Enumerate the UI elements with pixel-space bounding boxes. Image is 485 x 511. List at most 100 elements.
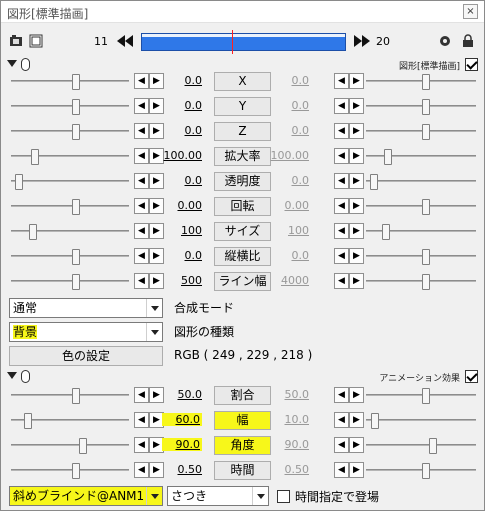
value-end[interactable]: 0.0	[269, 174, 310, 187]
step-buttons-right[interactable]: ◀ ▶	[334, 437, 364, 453]
shape-type-select[interactable]: 背景	[9, 322, 163, 342]
camera-icon[interactable]	[9, 34, 23, 48]
param-button[interactable]: 割合	[214, 386, 271, 405]
close-button[interactable]: ×	[463, 4, 478, 19]
arrow-left-icon[interactable]: ◀	[134, 387, 149, 403]
slider-left[interactable]	[11, 199, 129, 215]
value-start[interactable]: 0.0	[162, 249, 203, 262]
arrow-left-icon[interactable]: ◀	[134, 198, 149, 214]
arrow-left-icon[interactable]: ◀	[334, 273, 349, 289]
step-buttons-left[interactable]: ◀ ▶	[134, 173, 164, 189]
slider-thumb[interactable]	[422, 274, 430, 290]
param-button[interactable]: 角度	[214, 436, 271, 455]
param-button[interactable]: Z	[214, 122, 271, 141]
slider-thumb[interactable]	[429, 438, 437, 454]
value-start[interactable]: 0.50	[162, 463, 203, 476]
slider-right[interactable]	[366, 463, 476, 479]
value-end[interactable]: 0.50	[269, 463, 310, 476]
slider-right[interactable]	[366, 224, 476, 240]
step-buttons-left[interactable]: ◀ ▶	[134, 248, 164, 264]
step-buttons-right[interactable]: ◀ ▶	[334, 387, 364, 403]
effect-sub-select[interactable]: さつき	[167, 486, 269, 506]
section-anim-checkbox[interactable]	[465, 370, 478, 383]
slider-thumb[interactable]	[422, 388, 430, 404]
slider-right[interactable]	[366, 74, 476, 90]
slider-thumb[interactable]	[72, 124, 80, 140]
slider-thumb[interactable]	[29, 224, 37, 240]
value-end[interactable]: 100.00	[269, 149, 310, 162]
step-buttons-right[interactable]: ◀ ▶	[334, 148, 364, 164]
arrow-left-icon[interactable]: ◀	[334, 462, 349, 478]
step-buttons-right[interactable]: ◀ ▶	[334, 223, 364, 239]
value-end[interactable]: 0.0	[269, 74, 310, 87]
value-end[interactable]: 0.0	[269, 99, 310, 112]
timeline-track[interactable]	[141, 30, 346, 54]
arrow-left-icon[interactable]: ◀	[334, 387, 349, 403]
param-button[interactable]: 透明度	[214, 172, 271, 191]
timing-checkbox[interactable]	[277, 490, 290, 503]
step-buttons-right[interactable]: ◀ ▶	[334, 173, 364, 189]
arrow-left-icon[interactable]: ◀	[134, 223, 149, 239]
arrow-left-icon[interactable]: ◀	[134, 462, 149, 478]
slider-thumb[interactable]	[422, 463, 430, 479]
blend-mode-select[interactable]: 通常	[9, 298, 163, 318]
slider-thumb[interactable]	[370, 174, 378, 190]
slider-thumb[interactable]	[31, 149, 39, 165]
step-buttons-left[interactable]: ◀ ▶	[134, 437, 164, 453]
value-end[interactable]: 100	[269, 224, 309, 237]
arrow-left-icon[interactable]: ◀	[334, 148, 349, 164]
value-start[interactable]: 100	[162, 224, 202, 237]
slider-left[interactable]	[11, 274, 129, 290]
step-buttons-right[interactable]: ◀ ▶	[334, 73, 364, 89]
value-start[interactable]: 500	[162, 274, 202, 287]
slider-thumb[interactable]	[72, 463, 80, 479]
slider-right[interactable]	[366, 124, 476, 140]
slider-right[interactable]	[366, 438, 476, 454]
value-start[interactable]: 60.0	[162, 413, 202, 426]
param-button[interactable]: 幅	[214, 411, 271, 430]
slider-left[interactable]	[11, 149, 129, 165]
arrow-right-icon[interactable]: ▶	[349, 273, 364, 289]
arrow-left-icon[interactable]: ◀	[334, 98, 349, 114]
arrow-left-icon[interactable]: ◀	[134, 73, 149, 89]
step-buttons-left[interactable]: ◀ ▶	[134, 198, 164, 214]
slider-thumb[interactable]	[72, 99, 80, 115]
arrow-left-icon[interactable]: ◀	[134, 248, 149, 264]
slider-thumb[interactable]	[384, 149, 392, 165]
image-icon[interactable]	[29, 34, 43, 48]
slider-thumb[interactable]	[422, 99, 430, 115]
step-buttons-left[interactable]: ◀ ▶	[134, 412, 164, 428]
value-end[interactable]: 0.0	[269, 124, 310, 137]
value-end[interactable]: 0.00	[269, 199, 310, 212]
slider-thumb[interactable]	[15, 174, 23, 190]
step-buttons-right[interactable]: ◀ ▶	[334, 248, 364, 264]
param-button[interactable]: 回転	[214, 197, 271, 216]
step-buttons-left[interactable]: ◀ ▶	[134, 223, 164, 239]
slider-thumb[interactable]	[72, 388, 80, 404]
slider-left[interactable]	[11, 124, 129, 140]
slider-left[interactable]	[11, 413, 129, 429]
slider-thumb[interactable]	[422, 199, 430, 215]
slider-left[interactable]	[11, 438, 129, 454]
value-start[interactable]: 0.0	[162, 174, 203, 187]
arrow-right-icon[interactable]: ▶	[349, 387, 364, 403]
value-start[interactable]: 0.0	[162, 74, 203, 87]
arrow-left-icon[interactable]: ◀	[334, 173, 349, 189]
param-button[interactable]: Y	[214, 97, 271, 116]
effect-select[interactable]: 斜めブラインド@ANM1	[9, 486, 163, 506]
slider-right[interactable]	[366, 199, 476, 215]
slider-left[interactable]	[11, 224, 129, 240]
slider-right[interactable]	[366, 174, 476, 190]
arrow-left-icon[interactable]: ◀	[134, 437, 149, 453]
fast-forward-icon[interactable]	[353, 34, 371, 48]
timeline-cursor[interactable]	[232, 30, 233, 54]
slider-thumb[interactable]	[72, 274, 80, 290]
arrow-right-icon[interactable]: ▶	[349, 412, 364, 428]
slider-right[interactable]	[366, 249, 476, 265]
param-button[interactable]: 時間	[214, 461, 271, 480]
step-buttons-right[interactable]: ◀ ▶	[334, 273, 364, 289]
rewind-icon[interactable]	[116, 34, 134, 48]
slider-right[interactable]	[366, 274, 476, 290]
slider-left[interactable]	[11, 388, 129, 404]
param-button[interactable]: X	[214, 72, 271, 91]
